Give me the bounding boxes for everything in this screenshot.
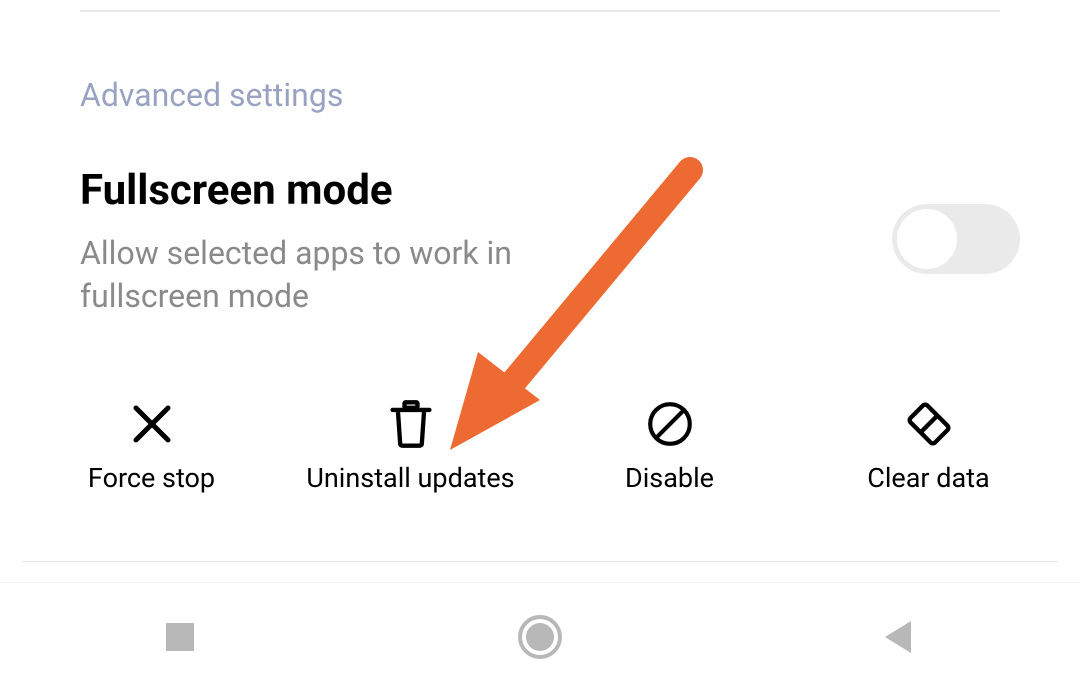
ban-icon <box>642 396 698 452</box>
force-stop-button[interactable]: Force stop <box>22 396 281 561</box>
recent-apps-button[interactable] <box>80 620 280 654</box>
eraser-icon <box>901 396 957 452</box>
disable-button[interactable]: Disable <box>540 396 799 561</box>
force-stop-label: Force stop <box>88 462 215 496</box>
fullscreen-mode-row[interactable]: Fullscreen mode Allow selected apps to w… <box>80 168 1020 319</box>
clear-data-label: Clear data <box>867 462 989 496</box>
disable-label: Disable <box>625 462 714 496</box>
setting-description: Allow selected apps to work in fullscree… <box>80 232 620 318</box>
toggle-knob <box>897 209 957 269</box>
home-button[interactable] <box>440 614 640 660</box>
uninstall-updates-label: Uninstall updates <box>306 462 514 496</box>
clear-data-button[interactable]: Clear data <box>799 396 1058 561</box>
system-nav-bar <box>0 582 1080 690</box>
triangle-left-icon <box>881 618 919 656</box>
square-icon <box>163 620 197 654</box>
back-button[interactable] <box>800 618 1000 656</box>
setting-text-block: Fullscreen mode Allow selected apps to w… <box>80 168 892 319</box>
setting-title: Fullscreen mode <box>80 168 852 214</box>
app-action-bar: Force stop Uninstall updates Disable <box>22 396 1058 562</box>
circle-icon <box>517 614 563 660</box>
section-divider <box>80 10 1000 12</box>
close-icon <box>124 396 180 452</box>
trash-icon <box>383 396 439 452</box>
uninstall-updates-button[interactable]: Uninstall updates <box>281 396 540 561</box>
fullscreen-mode-toggle[interactable] <box>892 204 1020 274</box>
section-header: Advanced settings <box>80 76 343 114</box>
